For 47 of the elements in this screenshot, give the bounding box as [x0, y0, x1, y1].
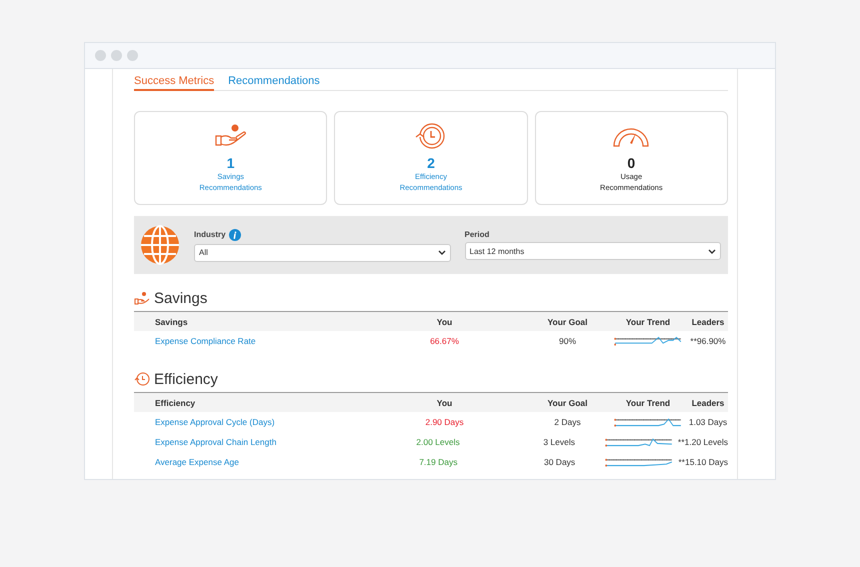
table-cell-text: 2.90 Days [424, 417, 465, 427]
tab[interactable]: Recommendations [228, 75, 320, 91]
dropdown-value: Last 12 months [470, 246, 524, 256]
metric-link[interactable]: Average Expense Age [134, 457, 358, 467]
table-cell-text: 30 Days [542, 457, 576, 467]
table-cell: **15.10 Days [678, 457, 728, 467]
metric-link[interactable]: Expense Approval Chain Length [134, 437, 358, 447]
recommendation-count: 2 [427, 155, 435, 171]
column-header: Your Trend [624, 316, 672, 326]
table-cell-text: **96.90% [689, 336, 727, 346]
column-header: Your Goal [546, 316, 588, 326]
table-cell: 1.03 Days [688, 417, 728, 427]
info-icon[interactable] [228, 228, 241, 240]
window-button[interactable] [127, 50, 138, 61]
globe-icon [140, 225, 180, 265]
column-header: You [436, 316, 454, 326]
table-cell-text: 2 Days [553, 417, 582, 427]
field-label: Industry [194, 230, 226, 239]
column-header: Your Goal [546, 398, 588, 408]
column-header: Leaders [690, 398, 726, 408]
table-cell-text: 66.67% [429, 336, 460, 346]
column-header: Leaders [690, 316, 726, 326]
field-label: Period [464, 230, 490, 239]
chevron-icon [438, 250, 446, 255]
dropdown-value: All [199, 248, 208, 257]
table-cell-text: 7.19 Days [418, 457, 458, 467]
dropdown[interactable]: All [194, 244, 450, 262]
table-cell-text: 2.00 Levels [415, 437, 461, 447]
column-header: You [436, 398, 454, 408]
chevron-icon [708, 248, 716, 254]
table-cell-text: 3 Levels [542, 437, 576, 447]
window-button[interactable] [95, 50, 106, 61]
dropdown[interactable]: Last 12 months [464, 242, 721, 260]
table-cell: **1.20 Levels [678, 437, 728, 447]
column-header: Savings [154, 316, 189, 326]
section-title: Savings [154, 290, 208, 306]
metric-link[interactable]: Expense Compliance Rate [134, 336, 362, 346]
hand-coin-icon [134, 291, 150, 305]
recommendation-count: 1 [226, 155, 235, 171]
column-header: Efficiency [154, 398, 196, 408]
metric-link[interactable]: Expense Approval Cycle (Days) [134, 417, 362, 427]
column-header: Your Trend [624, 398, 672, 408]
tab[interactable]: Success Metrics [134, 75, 214, 91]
recommendation-count: 0 [627, 155, 636, 171]
window-button[interactable] [111, 50, 122, 61]
section-title: Efficiency [154, 370, 218, 388]
table-cell-text: 90% [558, 336, 577, 346]
